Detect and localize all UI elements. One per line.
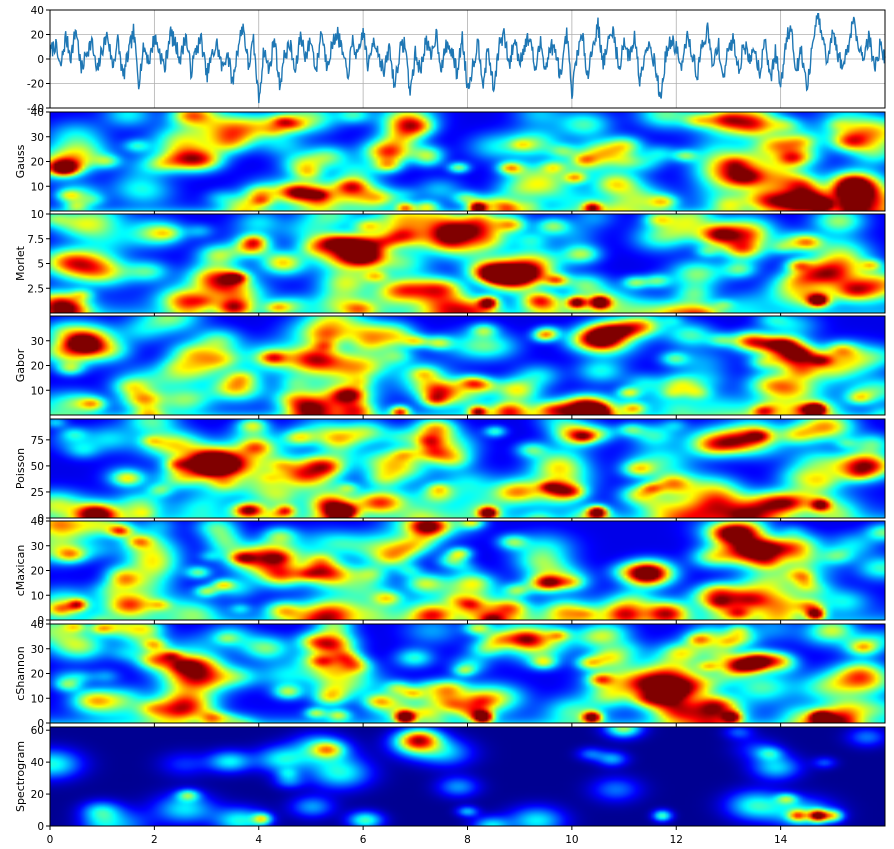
y-tick-label-1-2: 30 [31, 132, 44, 144]
x-tick-label-1: 2 [151, 834, 158, 846]
y-tick-label-7-3: 60 [31, 725, 44, 737]
heatmap-panel-7: 0 20 40 60 Spectrogram [14, 725, 886, 833]
heatmap-panel-2: 2.5 5 7.5 10 Morlet [14, 209, 886, 317]
y-tick-label-7-1: 20 [31, 789, 44, 801]
heatmap-panel-1: 10 20 30 40 Gauss [14, 107, 886, 215]
heatmap-panel-5: 010203040cMaxican [14, 516, 886, 627]
heatmap-image-2 [50, 214, 885, 313]
x-tick-label-3: 6 [360, 834, 367, 846]
heatmap-panel-3: 10 20 30 Gabor [14, 315, 886, 419]
y-tick-label-3-0: 10 [31, 385, 44, 397]
y-tick-label-0-4: 40 [31, 5, 44, 17]
y-tick-label-6-2: 20 [31, 669, 44, 681]
y-tick-label-7-2: 40 [31, 757, 44, 769]
y-tick-label-5-2: 20 [31, 566, 44, 578]
heatmap-image-7 [50, 727, 885, 826]
heatmap-image-1 [50, 112, 885, 211]
heatmap-ylabel-7: Spectrogram [14, 741, 27, 812]
heatmap-panel-6: 010203040cShannon [14, 619, 886, 730]
y-tick-label-5-1: 10 [31, 590, 44, 602]
y-tick-label-1-1: 20 [31, 157, 44, 169]
signal-panel: -40-2002040 [27, 5, 886, 115]
y-tick-label-6-4: 40 [31, 619, 44, 631]
y-tick-label-3-2: 30 [31, 336, 44, 348]
heatmap-ylabel-5: cMaxican [14, 545, 27, 597]
y-tick-label-1-0: 10 [31, 181, 44, 193]
x-tick-label-0: 0 [47, 834, 54, 846]
y-tick-label-1-3: 40 [31, 107, 44, 119]
y-tick-label-6-1: 10 [31, 693, 44, 705]
y-tick-label-4-2: 50 [31, 461, 44, 473]
y-tick-label-6-3: 30 [31, 644, 44, 656]
y-tick-label-3-1: 20 [31, 361, 44, 373]
heatmap-ylabel-1: Gauss [14, 144, 27, 178]
heatmap-ylabel-6: cShannon [14, 646, 27, 700]
x-tick-label-7: 14 [774, 834, 788, 846]
heatmap-image-3 [50, 316, 885, 415]
y-tick-label-2-3: 10 [31, 209, 44, 221]
y-tick-label-2-1: 5 [37, 259, 44, 271]
x-tick-label-2: 4 [255, 834, 262, 846]
x-tick-label-6: 12 [670, 834, 683, 846]
heatmap-ylabel-3: Gabor [14, 348, 27, 382]
heatmap-image-4 [50, 419, 885, 518]
x-tick-label-4: 8 [464, 834, 471, 846]
heatmap-image-6 [50, 624, 885, 723]
y-tick-label-0-3: 20 [31, 30, 44, 42]
y-tick-label-0-1: -20 [27, 79, 44, 91]
y-tick-label-7-0: 0 [37, 821, 44, 833]
x-tick-label-5: 10 [565, 834, 578, 846]
y-tick-label-4-1: 25 [31, 487, 44, 499]
figure: -40-200204010203040Gauss2.557.510Morlet1… [14, 5, 886, 846]
y-tick-label-2-0: 2.5 [27, 283, 44, 295]
y-tick-label-5-3: 30 [31, 541, 44, 553]
heatmap-image-5 [50, 521, 885, 620]
y-tick-label-5-4: 40 [31, 516, 44, 528]
heatmap-ylabel-2: Morlet [14, 245, 27, 281]
y-tick-label-0-2: 0 [37, 54, 44, 66]
y-tick-label-2-2: 7.5 [27, 234, 44, 246]
heatmap-ylabel-4: Poisson [14, 448, 27, 489]
y-tick-label-4-3: 75 [31, 435, 44, 447]
heatmap-panel-4: 0255075Poisson [14, 418, 886, 525]
